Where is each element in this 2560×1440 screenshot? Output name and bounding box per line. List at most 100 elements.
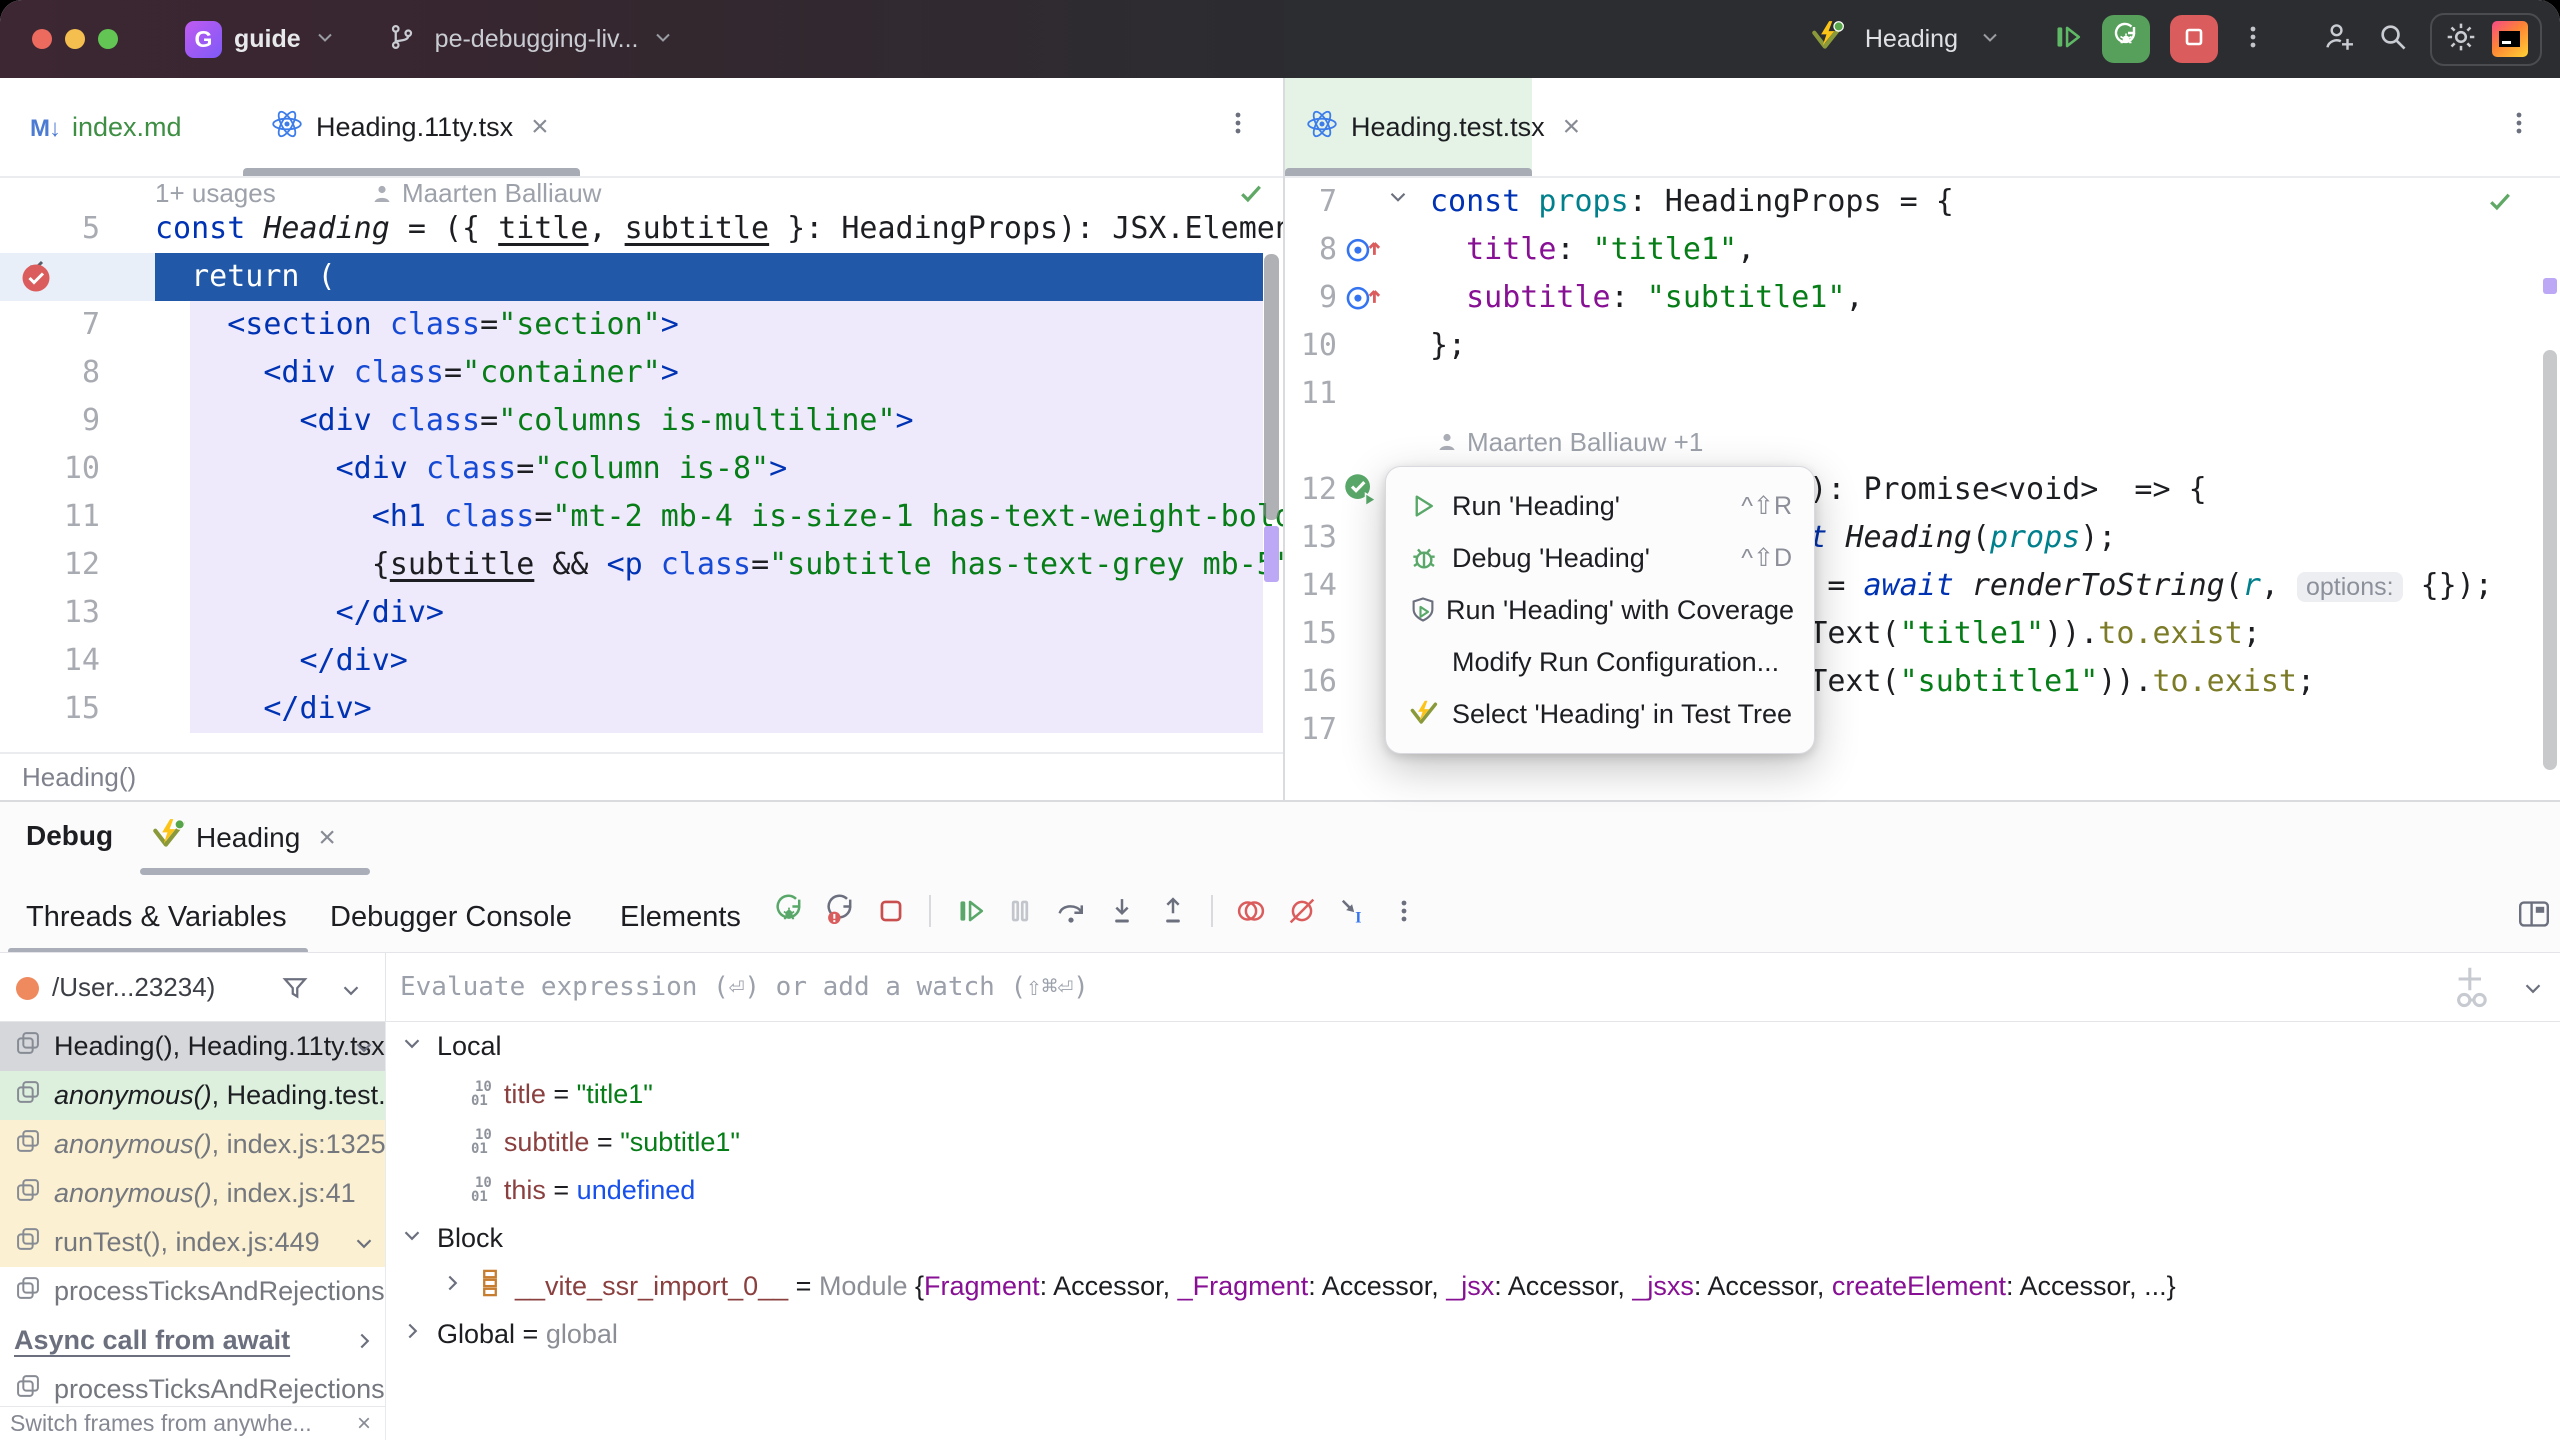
scope-row-local[interactable]: Local [386,1022,2560,1070]
filter-frames-icon[interactable] [280,973,310,1008]
breadcrumb[interactable]: Heading() [0,752,1283,800]
line-number[interactable]: 15 [0,685,100,733]
line-number[interactable]: 8 [1285,226,1337,274]
resume-button[interactable] [952,894,986,928]
stop-button[interactable] [2170,15,2218,63]
step-over-button[interactable] [1054,894,1088,928]
variable-row[interactable]: 1001title = "title1" [386,1070,2560,1118]
view-breakpoints-button[interactable] [1234,894,1268,928]
show-exec-point-button[interactable]: I [1336,894,1370,928]
line-number[interactable]: 7 [0,301,100,349]
frame-row[interactable]: anonymous(), index.js:1325 [0,1120,385,1169]
frame-row[interactable]: processTicksAndRejections() [0,1365,385,1406]
layout-settings-icon[interactable] [2516,896,2552,937]
line-number[interactable]: 12 [0,541,100,589]
line-number[interactable]: 12 [1285,466,1337,514]
close-session-icon[interactable]: × [318,821,336,855]
scope-row-global[interactable]: Global = global [386,1310,2560,1358]
frame-row[interactable]: anonymous(), Heading.test.tsx:13 [0,1071,385,1120]
mute-breakpoints-button[interactable] [1285,894,1319,928]
step-into-button[interactable] [1105,894,1139,928]
close-hint-icon[interactable]: × [357,1410,371,1438]
chevron-right-icon[interactable] [351,1328,377,1361]
menu-item-select-heading-in-test-tree[interactable]: Select 'Heading' in Test Tree [1386,688,1814,740]
scrollbar-thumb[interactable] [2543,350,2557,770]
close-tab-icon[interactable]: × [1563,110,1581,144]
chevron-right-icon[interactable] [399,1318,425,1351]
line-number[interactable]: 10 [1285,322,1337,370]
inline-watch-icon[interactable] [1345,280,1385,314]
rerun-failed-button[interactable] [823,894,857,928]
editor-heading-11ty[interactable]: 1+ usages Maarten Balliauw 5const Headin… [0,178,1283,752]
line-number[interactable]: 16 [1285,658,1337,706]
search-everywhere-icon[interactable] [2376,20,2410,59]
tab-index-md[interactable]: M↓ index.md [10,78,202,176]
scope-row-block[interactable]: Block [386,1214,2560,1262]
line-number[interactable]: 17 [1285,706,1337,754]
frame-row[interactable]: processTicksAndRejections() [0,1267,385,1316]
resume-program-icon[interactable] [2050,21,2082,58]
chevron-down-icon[interactable] [351,1230,377,1263]
frame-row[interactable]: runTest(), index.js:449 [0,1218,385,1267]
menu-item-run-heading-with-coverage[interactable]: Run 'Heading' with Coverage [1386,584,1814,636]
test-passed-run-icon[interactable] [1343,472,1379,508]
line-number[interactable]: 11 [1285,370,1337,418]
debug-session-tab[interactable]: Heading × [150,802,336,874]
menu-item-debug-heading[interactable]: Debug 'Heading'^⇧D [1386,532,1814,584]
fold-chevron-icon[interactable] [1385,184,1411,210]
frame-row[interactable]: Heading(), Heading.11ty.tsx:6 [0,1022,385,1071]
frame-row[interactable]: anonymous(), index.js:41 [0,1169,385,1218]
traffic-lights[interactable] [32,29,118,49]
line-number[interactable]: 9 [1285,274,1337,322]
line-number[interactable]: 11 [0,493,100,541]
thread-selector[interactable]: /User...23234) [52,953,215,1021]
variable-row[interactable]: __vite_ssr_import_0__ = Module {Fragment… [386,1262,2560,1310]
line-number[interactable]: 13 [1285,514,1337,562]
chevron-down-icon[interactable] [338,977,364,1008]
chevron-right-icon[interactable] [439,1270,465,1303]
code-with-me-icon[interactable] [2322,20,2356,59]
stop-button[interactable] [874,894,908,928]
close-tab-icon[interactable]: × [531,110,549,144]
pause-button[interactable] [1003,894,1037,928]
rerun-button[interactable] [772,894,806,928]
evaluate-expression-input[interactable]: Evaluate expression (⏎) or add a watch (… [400,953,1089,1021]
line-number[interactable]: 15 [1285,610,1337,658]
line-number[interactable]: 5 [0,205,100,253]
line-number[interactable]: 9 [0,397,100,445]
more-button[interactable] [1387,894,1421,928]
expand-watches-icon[interactable] [2520,975,2546,1006]
more-actions-icon[interactable] [2238,22,2268,57]
line-number[interactable]: 14 [1285,562,1337,610]
chevron-down-icon[interactable] [399,1222,425,1255]
variable-row[interactable]: 1001this = undefined [386,1166,2560,1214]
run-config-name[interactable]: Heading [1865,25,1958,54]
line-number[interactable]: 13 [0,589,100,637]
variable-row[interactable]: 1001subtitle = "subtitle1" [386,1118,2560,1166]
line-number[interactable]: 7 [1285,178,1337,226]
tab-options-icon[interactable] [2504,108,2534,143]
jetbrains-logo[interactable] [2492,21,2528,57]
tab-heading-test-tsx[interactable]: Heading.test.tsx × [1285,78,1532,176]
project-avatar[interactable]: G [185,21,222,58]
menu-item-modify-run-configuration[interactable]: Modify Run Configuration... [1386,636,1814,688]
tab-heading-11ty-tsx[interactable]: Heading.11ty.tsx × [250,78,569,176]
close-window-button[interactable] [32,29,52,49]
chevron-down-icon[interactable] [399,1030,425,1063]
line-number[interactable]: 14 [0,637,100,685]
line-number[interactable]: 8 [0,349,100,397]
branch-name[interactable]: pe-debugging-liv... [435,25,639,54]
minimize-window-button[interactable] [65,29,85,49]
tab-elements[interactable]: Elements [620,888,741,946]
breakpoint-icon[interactable] [18,257,56,295]
menu-item-run-heading[interactable]: Run 'Heading'^⇧R [1386,480,1814,532]
tab-threads-variables[interactable]: Threads & Variables [26,888,287,946]
fullscreen-window-button[interactable] [98,29,118,49]
inline-watch-icon[interactable] [1345,232,1385,266]
line-number[interactable]: 10 [0,445,100,493]
project-name[interactable]: guide [234,25,301,54]
tab-debugger-console[interactable]: Debugger Console [330,888,572,946]
step-out-button[interactable] [1156,894,1190,928]
scrollbar-thumb[interactable] [1264,254,1279,520]
tab-options-icon[interactable] [1223,108,1253,143]
